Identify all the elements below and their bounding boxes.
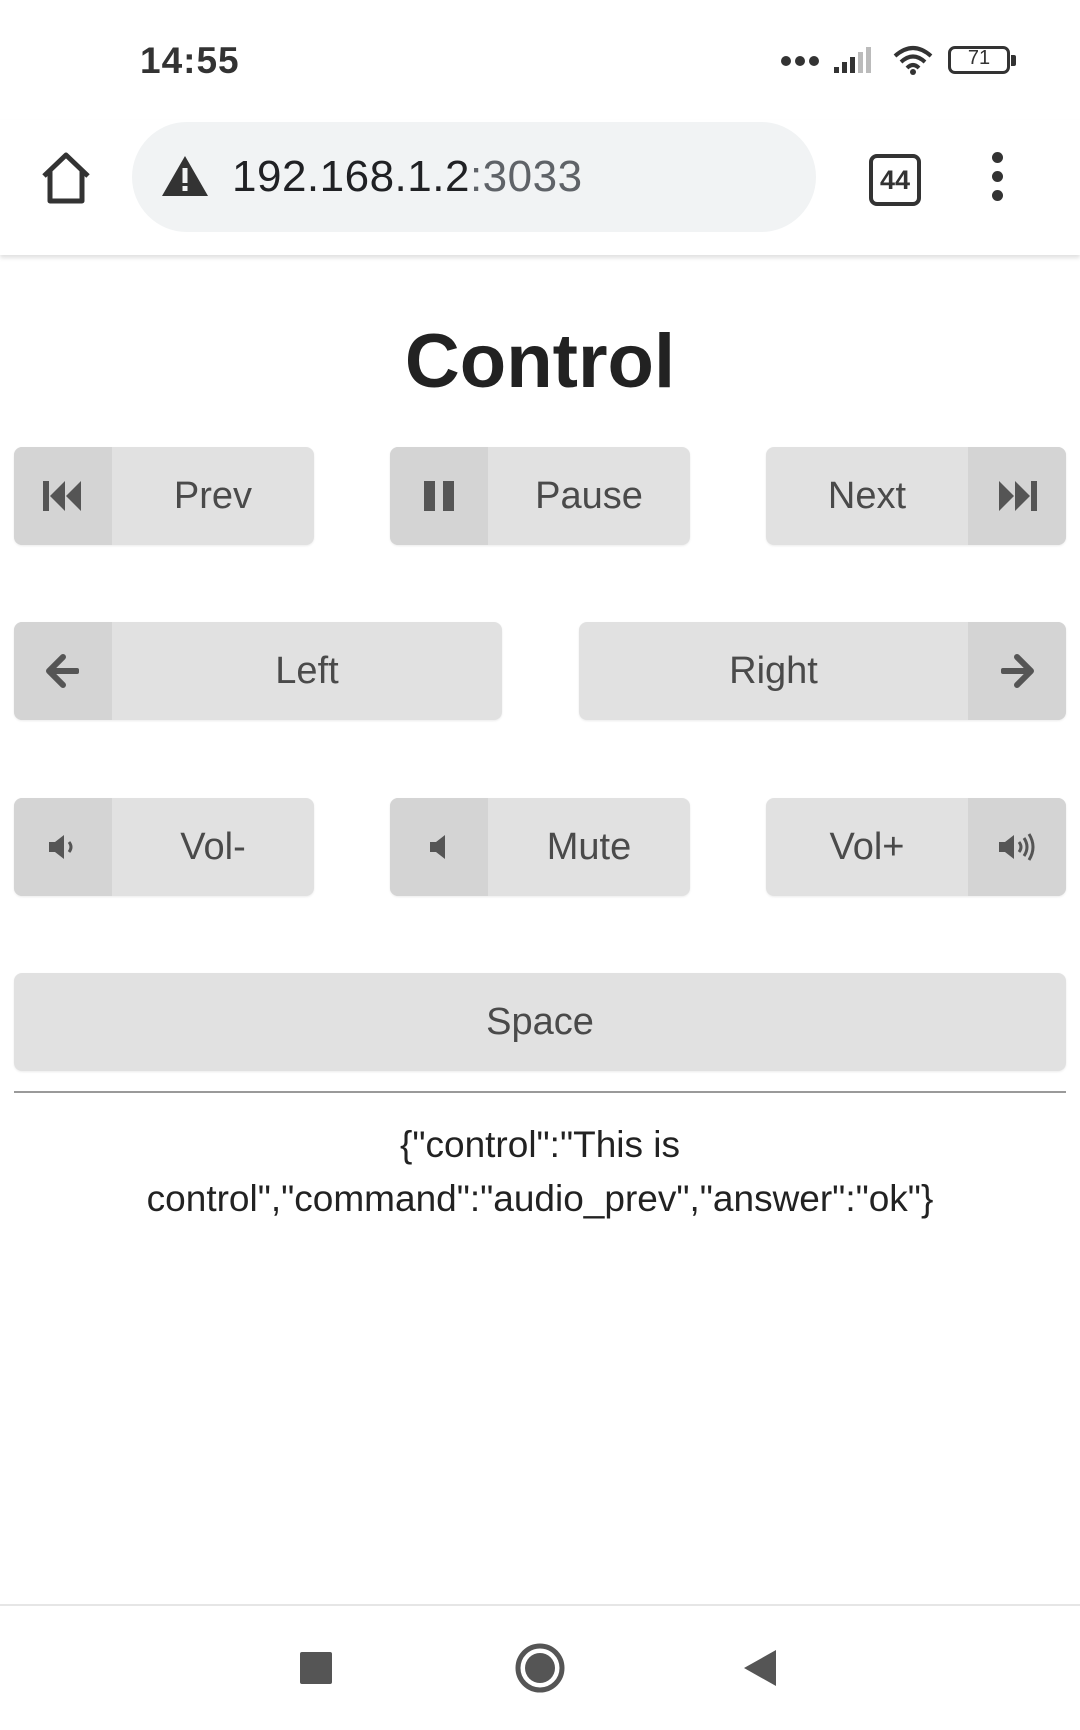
recents-square-icon xyxy=(300,1652,332,1684)
left-button[interactable]: Left xyxy=(14,622,502,720)
battery-icon: 71 xyxy=(948,46,1016,74)
pause-icon xyxy=(424,481,454,511)
response-output: {"control":"This is control","command":"… xyxy=(100,1118,980,1226)
response-line: {"control":"This is xyxy=(400,1124,680,1165)
recents-button[interactable] xyxy=(276,1606,356,1730)
address-bar[interactable]: 192.168.1.2:3033 xyxy=(132,122,816,232)
system-navigation-bar xyxy=(0,1604,1080,1730)
space-label: Space xyxy=(486,1001,594,1043)
home-icon[interactable] xyxy=(38,150,94,206)
volume-up-button[interactable]: Vol+ xyxy=(766,798,1066,896)
next-button[interactable]: Next xyxy=(766,447,1066,545)
url-host: 192.168.1.2 xyxy=(232,152,470,201)
cellular-signal-icon xyxy=(834,47,871,73)
mute-label: Mute xyxy=(546,826,632,868)
pause-label: Pause xyxy=(535,475,643,517)
arrow-right-icon xyxy=(1001,654,1034,688)
url-text[interactable]: 192.168.1.2:3033 xyxy=(232,152,583,202)
skip-back-icon xyxy=(43,481,81,511)
volume-up-label: Vol+ xyxy=(829,826,905,868)
status-bar: 14:55 71 xyxy=(0,0,1080,120)
next-label: Next xyxy=(827,475,907,517)
right-button[interactable]: Right xyxy=(579,622,1066,720)
page-title: Control xyxy=(404,319,676,404)
volume-mute-icon xyxy=(430,835,445,859)
prev-label: Prev xyxy=(173,475,253,517)
wifi-icon xyxy=(893,46,933,75)
left-label: Left xyxy=(275,650,339,692)
divider xyxy=(14,1091,1066,1093)
prev-button[interactable]: Prev xyxy=(14,447,314,545)
volume-down-label: Vol- xyxy=(180,826,246,868)
not-secure-warning-icon[interactable] xyxy=(160,154,210,198)
tab-switcher-button[interactable]: 44 xyxy=(869,154,921,206)
home-circle-icon xyxy=(515,1643,565,1693)
mute-button[interactable]: Mute xyxy=(390,798,690,896)
response-line: control","command":"audio_prev","answer"… xyxy=(146,1178,934,1219)
skip-forward-icon xyxy=(999,481,1037,511)
volume-up-icon xyxy=(999,833,1035,861)
back-triangle-icon xyxy=(744,1650,776,1686)
back-button[interactable] xyxy=(720,1606,800,1730)
right-label: Right xyxy=(729,650,818,692)
browser-toolbar: 192.168.1.2:3033 44 xyxy=(0,120,1080,255)
more-options-icon[interactable] xyxy=(992,152,1004,209)
space-button[interactable]: Space xyxy=(14,973,1066,1071)
arrow-left-icon xyxy=(46,654,79,688)
volume-down-icon xyxy=(49,835,73,859)
url-port: :3033 xyxy=(469,152,583,201)
volume-down-button[interactable]: Vol- xyxy=(14,798,314,896)
pause-button[interactable]: Pause xyxy=(390,447,690,545)
status-icons: 71 xyxy=(780,44,1016,76)
battery-level: 71 xyxy=(967,47,991,69)
status-time: 14:55 xyxy=(140,40,240,81)
more-dots-icon xyxy=(781,56,819,66)
home-nav-button[interactable] xyxy=(500,1606,580,1730)
